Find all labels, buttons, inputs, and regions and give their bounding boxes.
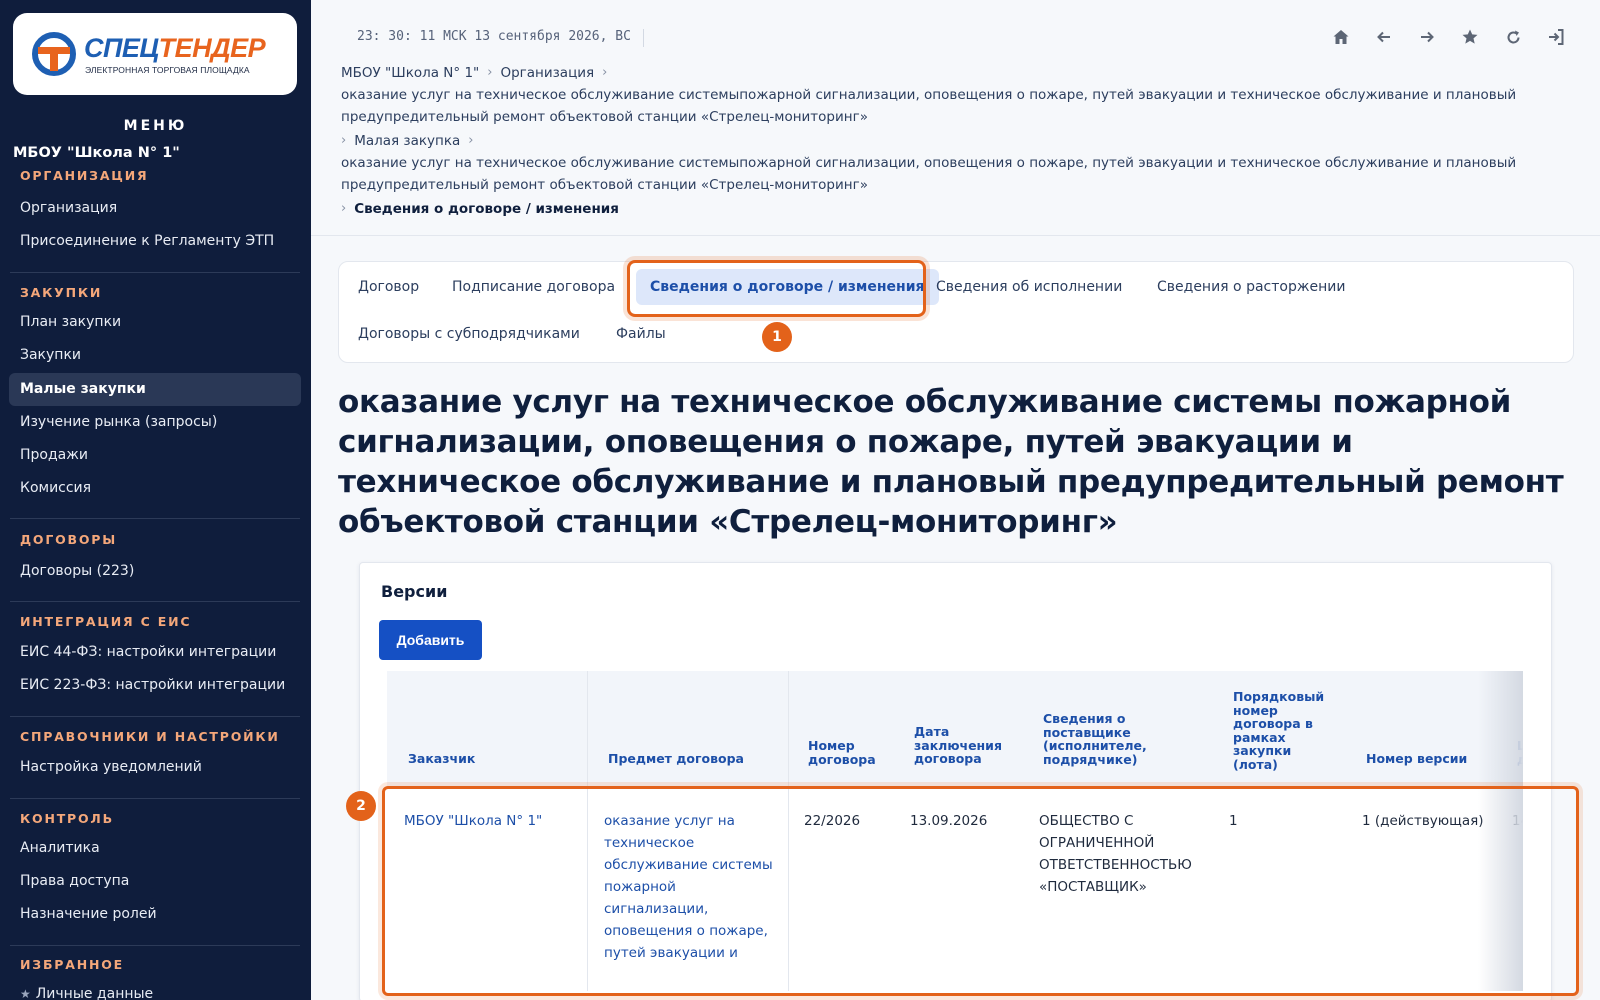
menu-title: МЕНЮ	[123, 118, 188, 134]
tab-signing[interactable]: Подписание договора	[438, 269, 629, 305]
nav-section-eis: ИНТЕГРАЦИЯ С ЕИС	[20, 614, 192, 629]
logout-icon[interactable]	[1545, 26, 1567, 48]
clock: 23: 30: 11 МСК 13 сентября 2026, ВС	[357, 29, 644, 47]
column-header-date[interactable]: Дата заключения договора	[914, 725, 1019, 766]
nav-item-notifications[interactable]: Настройка уведомлений	[9, 751, 301, 784]
annotation-badge-1: 1	[762, 322, 792, 352]
forward-arrow-icon[interactable]	[1416, 26, 1438, 48]
tab-subcontractors[interactable]: Договоры с субподрядчиками	[344, 316, 594, 352]
chevron-right-icon: ›	[341, 133, 347, 148]
nav-section-contracts: ДОГОВОРЫ	[20, 532, 118, 547]
back-arrow-icon[interactable]	[1373, 26, 1395, 48]
nav-divider	[10, 601, 300, 602]
header-toolbar	[1330, 26, 1567, 48]
column-header-number[interactable]: Номер договора	[808, 739, 888, 766]
chevron-right-icon: ›	[602, 65, 608, 80]
chevron-right-icon: ›	[468, 133, 474, 148]
nav-item-contracts-223[interactable]: Договоры (223)	[9, 555, 301, 588]
nav-divider	[10, 945, 300, 946]
star-icon[interactable]	[1459, 26, 1481, 48]
chevron-right-icon: ›	[487, 65, 493, 80]
nav-item-regulation[interactable]: Присоединение к Регламенту ЭТП	[9, 225, 301, 258]
sidebar: СПЕЦТЕНДЕР ЭЛЕКТРОННАЯ ТОРГОВАЯ ПЛОЩАДКА…	[0, 0, 311, 1000]
nav-item-small-purchases[interactable]: Малые закупки	[9, 373, 301, 406]
brand-name: СПЕЦТЕНДЕР	[84, 33, 266, 63]
nav-section-org: ОРГАНИЗАЦИЯ	[20, 168, 149, 183]
nav-item-analytics[interactable]: Аналитика	[9, 832, 301, 865]
nav-item-access-rights[interactable]: Права доступа	[9, 865, 301, 898]
home-icon[interactable]	[1330, 26, 1352, 48]
annotation-badge-2: 2	[346, 791, 376, 821]
nav-item-eis-223[interactable]: ЕИС 223-ФЗ: настройки интеграции	[9, 669, 301, 702]
nav-item-organization[interactable]: Организация	[9, 192, 301, 225]
tab-contract[interactable]: Договор	[344, 269, 433, 305]
column-header-supplier[interactable]: Сведения о поставщике (исполнителе, подр…	[1043, 712, 1163, 766]
refresh-icon[interactable]	[1502, 26, 1524, 48]
nav-item-roles[interactable]: Назначение ролей	[9, 898, 301, 931]
nav-item-purchases[interactable]: Закупки	[9, 339, 301, 372]
breadcrumb-organization[interactable]: Организация	[500, 62, 594, 84]
highlight-table-row	[382, 786, 1579, 996]
page-title: оказание услуг на техническое обслуживан…	[338, 384, 1564, 540]
nav-item-commission[interactable]: Комиссия	[9, 472, 301, 505]
versions-title: Версии	[381, 582, 448, 601]
tab-execution[interactable]: Сведения об исполнении	[922, 269, 1136, 305]
column-header-customer[interactable]: Заказчик	[408, 752, 475, 766]
nav-divider	[10, 272, 300, 273]
nav-divider	[10, 716, 300, 717]
star-icon: ★	[20, 987, 31, 1000]
tab-termination[interactable]: Сведения о расторжении	[1143, 269, 1359, 305]
logo-mark-icon	[32, 32, 76, 76]
nav-section-control: КОНТРОЛЬ	[20, 811, 114, 826]
breadcrumb-org-name[interactable]: МБОУ "Школа N° 1"	[341, 62, 479, 84]
nav-section-favorites: ИЗБРАННОЕ	[20, 957, 124, 972]
nav-item-eis-44[interactable]: ЕИС 44-ФЗ: настройки интеграции	[9, 636, 301, 669]
breadcrumb-small-purchase[interactable]: Малая закупка	[354, 130, 460, 152]
nav-divider	[10, 798, 300, 799]
nav-item-purchase-plan[interactable]: План закупки	[9, 306, 301, 339]
brand-tagline: ЭЛЕКТРОННАЯ ТОРГОВАЯ ПЛОЩАДКА	[85, 65, 250, 75]
chevron-right-icon: ›	[341, 201, 347, 216]
tab-files[interactable]: Файлы	[602, 316, 680, 352]
nav-item-personal-data[interactable]: ★ Личные данные	[9, 978, 301, 1000]
column-header-version[interactable]: Номер версии	[1366, 752, 1467, 766]
add-version-button[interactable]: Добавить	[379, 620, 482, 660]
nav-item-market-research[interactable]: Изучение рынка (запросы)	[9, 406, 301, 439]
breadcrumb-purchase[interactable]: оказание услуг на техническое обслуживан…	[341, 84, 1566, 128]
breadcrumb-current: Сведения о договоре / изменения	[354, 201, 619, 217]
column-header-subject[interactable]: Предмет договора	[608, 752, 744, 766]
nav-divider	[10, 518, 300, 519]
nav-section-refs: СПРАВОЧНИКИ И НАСТРОЙКИ	[20, 729, 280, 744]
highlight-active-tab	[627, 260, 926, 317]
column-header-ordinal[interactable]: Порядковый номер договора в рамках закуп…	[1233, 690, 1333, 771]
nav-item-sales[interactable]: Продажи	[9, 439, 301, 472]
nav-section-purchases: ЗАКУПКИ	[20, 285, 103, 300]
nav-item-label: Личные данные	[35, 986, 154, 1000]
brand-logo[interactable]: СПЕЦТЕНДЕР ЭЛЕКТРОННАЯ ТОРГОВАЯ ПЛОЩАДКА	[13, 13, 297, 95]
breadcrumb-contract[interactable]: оказание услуг на техническое обслуживан…	[341, 152, 1566, 196]
header-divider	[311, 235, 1600, 236]
breadcrumb: МБОУ "Школа N° 1" › Организация › оказан…	[341, 62, 1566, 220]
org-name: МБОУ "Школа N° 1"	[13, 145, 180, 161]
